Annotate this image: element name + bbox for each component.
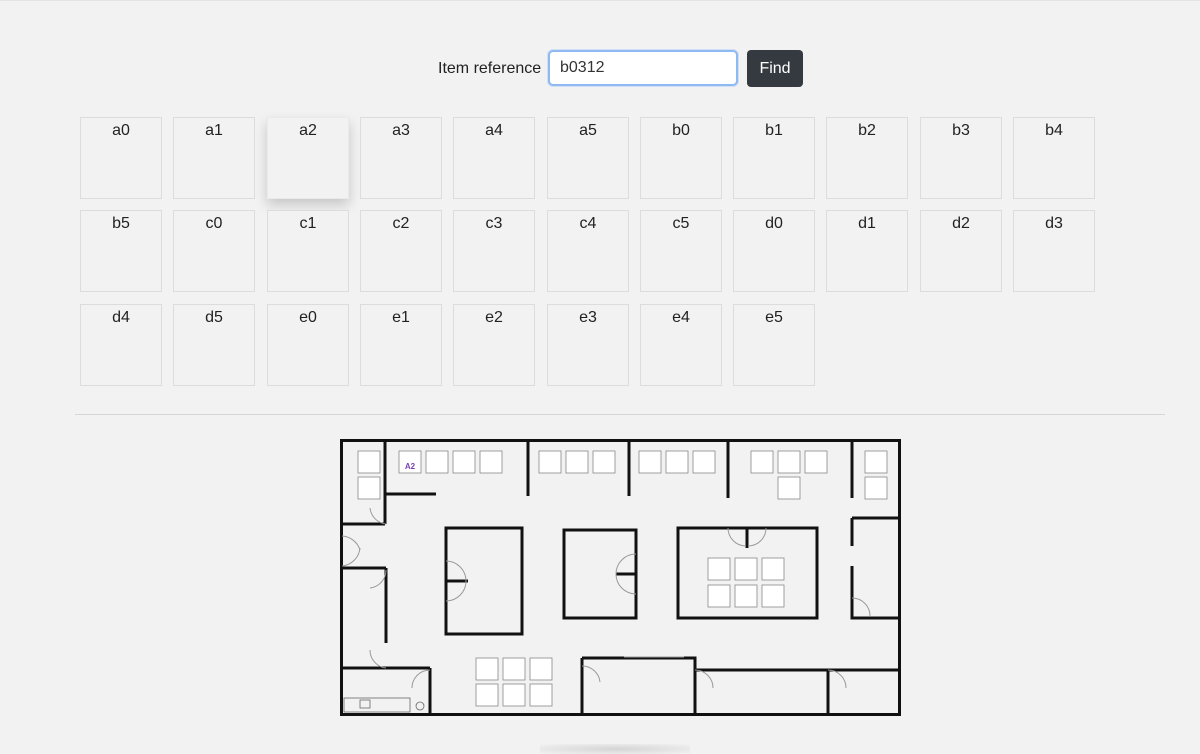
location-tile-a0[interactable]: a0 — [80, 117, 162, 199]
door-arc — [615, 573, 637, 595]
location-tile-e4[interactable]: e4 — [640, 304, 722, 386]
desk — [343, 697, 411, 713]
door-arc — [827, 669, 847, 689]
location-tile-a5[interactable]: a5 — [547, 117, 629, 199]
location-tile-b3[interactable]: b3 — [920, 117, 1002, 199]
location-tile-b1[interactable]: b1 — [733, 117, 815, 199]
door-arc — [341, 535, 361, 551]
wall — [582, 656, 697, 714]
storage-box — [529, 683, 553, 707]
location-tile-b0[interactable]: b0 — [640, 117, 722, 199]
location-tile-d3[interactable]: d3 — [1013, 210, 1095, 292]
chair — [359, 699, 371, 709]
storage-box — [864, 476, 888, 500]
door-arc — [581, 665, 601, 683]
location-tile-b4[interactable]: b4 — [1013, 117, 1095, 199]
location-tile-b5[interactable]: b5 — [80, 210, 162, 292]
storage-box — [707, 557, 731, 581]
location-tile-b2[interactable]: b2 — [826, 117, 908, 199]
location-tile-d5[interactable]: d5 — [173, 304, 255, 386]
door-arc — [615, 553, 637, 575]
door-arc — [694, 669, 714, 689]
scroll-shadow — [540, 744, 690, 754]
storage-box — [592, 450, 616, 474]
location-tile-d1[interactable]: d1 — [826, 210, 908, 292]
storage-box — [804, 450, 828, 474]
storage-box — [502, 657, 526, 681]
search-bar: Item reference Find — [0, 50, 1200, 88]
door-arc — [411, 669, 431, 689]
door-arc — [341, 547, 361, 567]
door-arc — [747, 527, 767, 547]
door-arc — [445, 580, 467, 602]
storage-box — [502, 683, 526, 707]
plant-icon — [415, 701, 425, 711]
storage-box — [529, 657, 553, 681]
highlighted-location-label: A2 — [405, 462, 416, 471]
storage-box — [761, 557, 785, 581]
storage-box — [638, 450, 662, 474]
storage-box — [734, 584, 758, 608]
storage-box — [538, 450, 562, 474]
door-arc — [445, 560, 467, 582]
top-border — [0, 0, 1200, 1]
storage-box — [692, 450, 716, 474]
location-tile-a3[interactable]: a3 — [360, 117, 442, 199]
location-tile-c1[interactable]: c1 — [267, 210, 349, 292]
location-tile-c0[interactable]: c0 — [173, 210, 255, 292]
storage-box — [479, 450, 503, 474]
location-tile-e3[interactable]: e3 — [547, 304, 629, 386]
item-reference-label: Item reference — [438, 60, 542, 77]
storage-box — [475, 657, 499, 681]
storage-box — [357, 476, 381, 500]
location-tile-d2[interactable]: d2 — [920, 210, 1002, 292]
location-tile-e2[interactable]: e2 — [453, 304, 535, 386]
storage-box — [761, 584, 785, 608]
location-tile-a4[interactable]: a4 — [453, 117, 535, 199]
location-tile-e0[interactable]: e0 — [267, 304, 349, 386]
storage-box — [357, 450, 381, 474]
location-tile-a1[interactable]: a1 — [173, 117, 255, 199]
storage-box — [777, 476, 801, 500]
location-tile-c2[interactable]: c2 — [360, 210, 442, 292]
section-divider — [75, 414, 1165, 415]
find-button[interactable]: Find — [747, 50, 803, 87]
storage-box — [777, 450, 801, 474]
door-arc — [727, 527, 747, 547]
location-tile-a2[interactable]: a2 — [267, 117, 349, 199]
floor-plan: A2 — [340, 439, 901, 716]
door-arc — [851, 597, 871, 617]
item-reference-input[interactable] — [548, 50, 738, 86]
location-tile-e5[interactable]: e5 — [733, 304, 815, 386]
storage-box — [707, 584, 731, 608]
storage-box — [565, 450, 589, 474]
location-tile-c4[interactable]: c4 — [547, 210, 629, 292]
location-tile-d4[interactable]: d4 — [80, 304, 162, 386]
storage-box — [750, 450, 774, 474]
storage-box — [425, 450, 449, 474]
door-arc — [369, 569, 387, 589]
door-arc — [369, 649, 387, 669]
storage-box — [475, 683, 499, 707]
location-tile-e1[interactable]: e1 — [360, 304, 442, 386]
storage-box — [452, 450, 476, 474]
storage-box — [864, 450, 888, 474]
storage-box — [665, 450, 689, 474]
location-tile-d0[interactable]: d0 — [733, 210, 815, 292]
wall — [850, 566, 900, 620]
location-tile-c3[interactable]: c3 — [453, 210, 535, 292]
location-tile-c5[interactable]: c5 — [640, 210, 722, 292]
storage-box — [734, 557, 758, 581]
